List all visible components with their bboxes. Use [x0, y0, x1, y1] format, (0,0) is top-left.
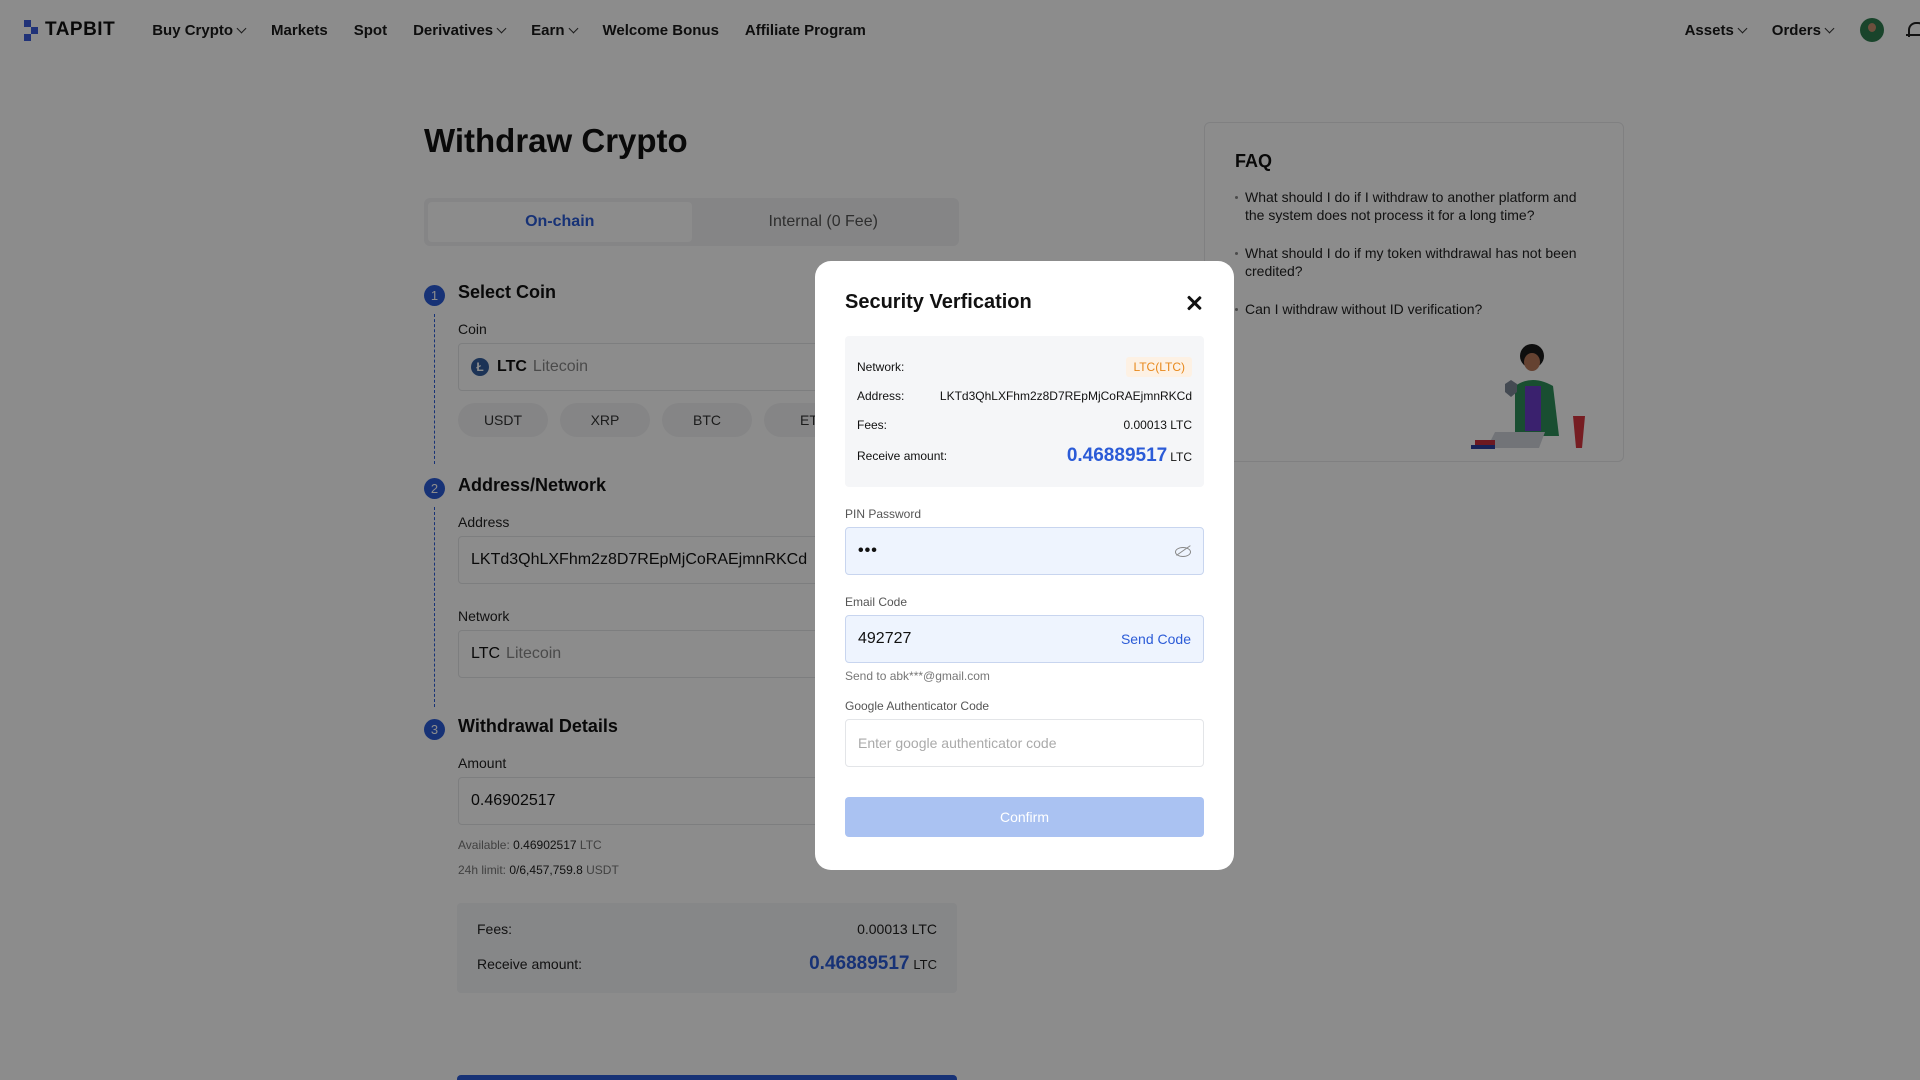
- google-auth-input[interactable]: Enter google authenticator code: [845, 719, 1204, 767]
- summary-receive-label: Receive amount:: [857, 449, 948, 463]
- email-code-value: 492727: [858, 630, 912, 647]
- summary-receive-value: 0.46889517: [1066, 445, 1168, 466]
- google-auth-placeholder: Enter google authenticator code: [858, 735, 1057, 751]
- summary-receive-unit: LTC: [1170, 450, 1192, 464]
- send-code-button[interactable]: Send Code: [1121, 631, 1191, 647]
- send-note: Send to abk***@gmail.com: [845, 669, 990, 683]
- pin-password-input[interactable]: •••: [845, 527, 1204, 575]
- google-auth-label: Google Authenticator Code: [845, 699, 990, 713]
- security-verification-modal: Security Verfication Network: LTC(LTC) A…: [815, 261, 1234, 870]
- summary-address-value: LKTd3QhLXFhm2z8D7REpMjCoRAEjmnRKCd: [939, 388, 1192, 403]
- eye-off-icon[interactable]: [1175, 545, 1191, 557]
- confirm-button[interactable]: Confirm: [845, 797, 1204, 837]
- modal-title: Security Verfication: [845, 291, 1032, 313]
- summary-network-label: Network:: [857, 359, 905, 374]
- close-icon[interactable]: [1184, 293, 1204, 313]
- email-code-label: Email Code: [845, 595, 908, 609]
- email-code-input[interactable]: 492727 Send Code: [845, 615, 1204, 663]
- pin-label: PIN Password: [845, 507, 922, 521]
- summary-fees-value: 0.00013 LTC: [1123, 417, 1193, 432]
- summary-address-label: Address:: [857, 388, 905, 403]
- withdraw-summary: Network: LTC(LTC) Address: LKTd3QhLXFhm2…: [845, 336, 1204, 487]
- network-badge: LTC(LTC): [1126, 356, 1192, 377]
- pin-value: •••: [858, 542, 878, 559]
- summary-fees-label: Fees:: [857, 417, 888, 432]
